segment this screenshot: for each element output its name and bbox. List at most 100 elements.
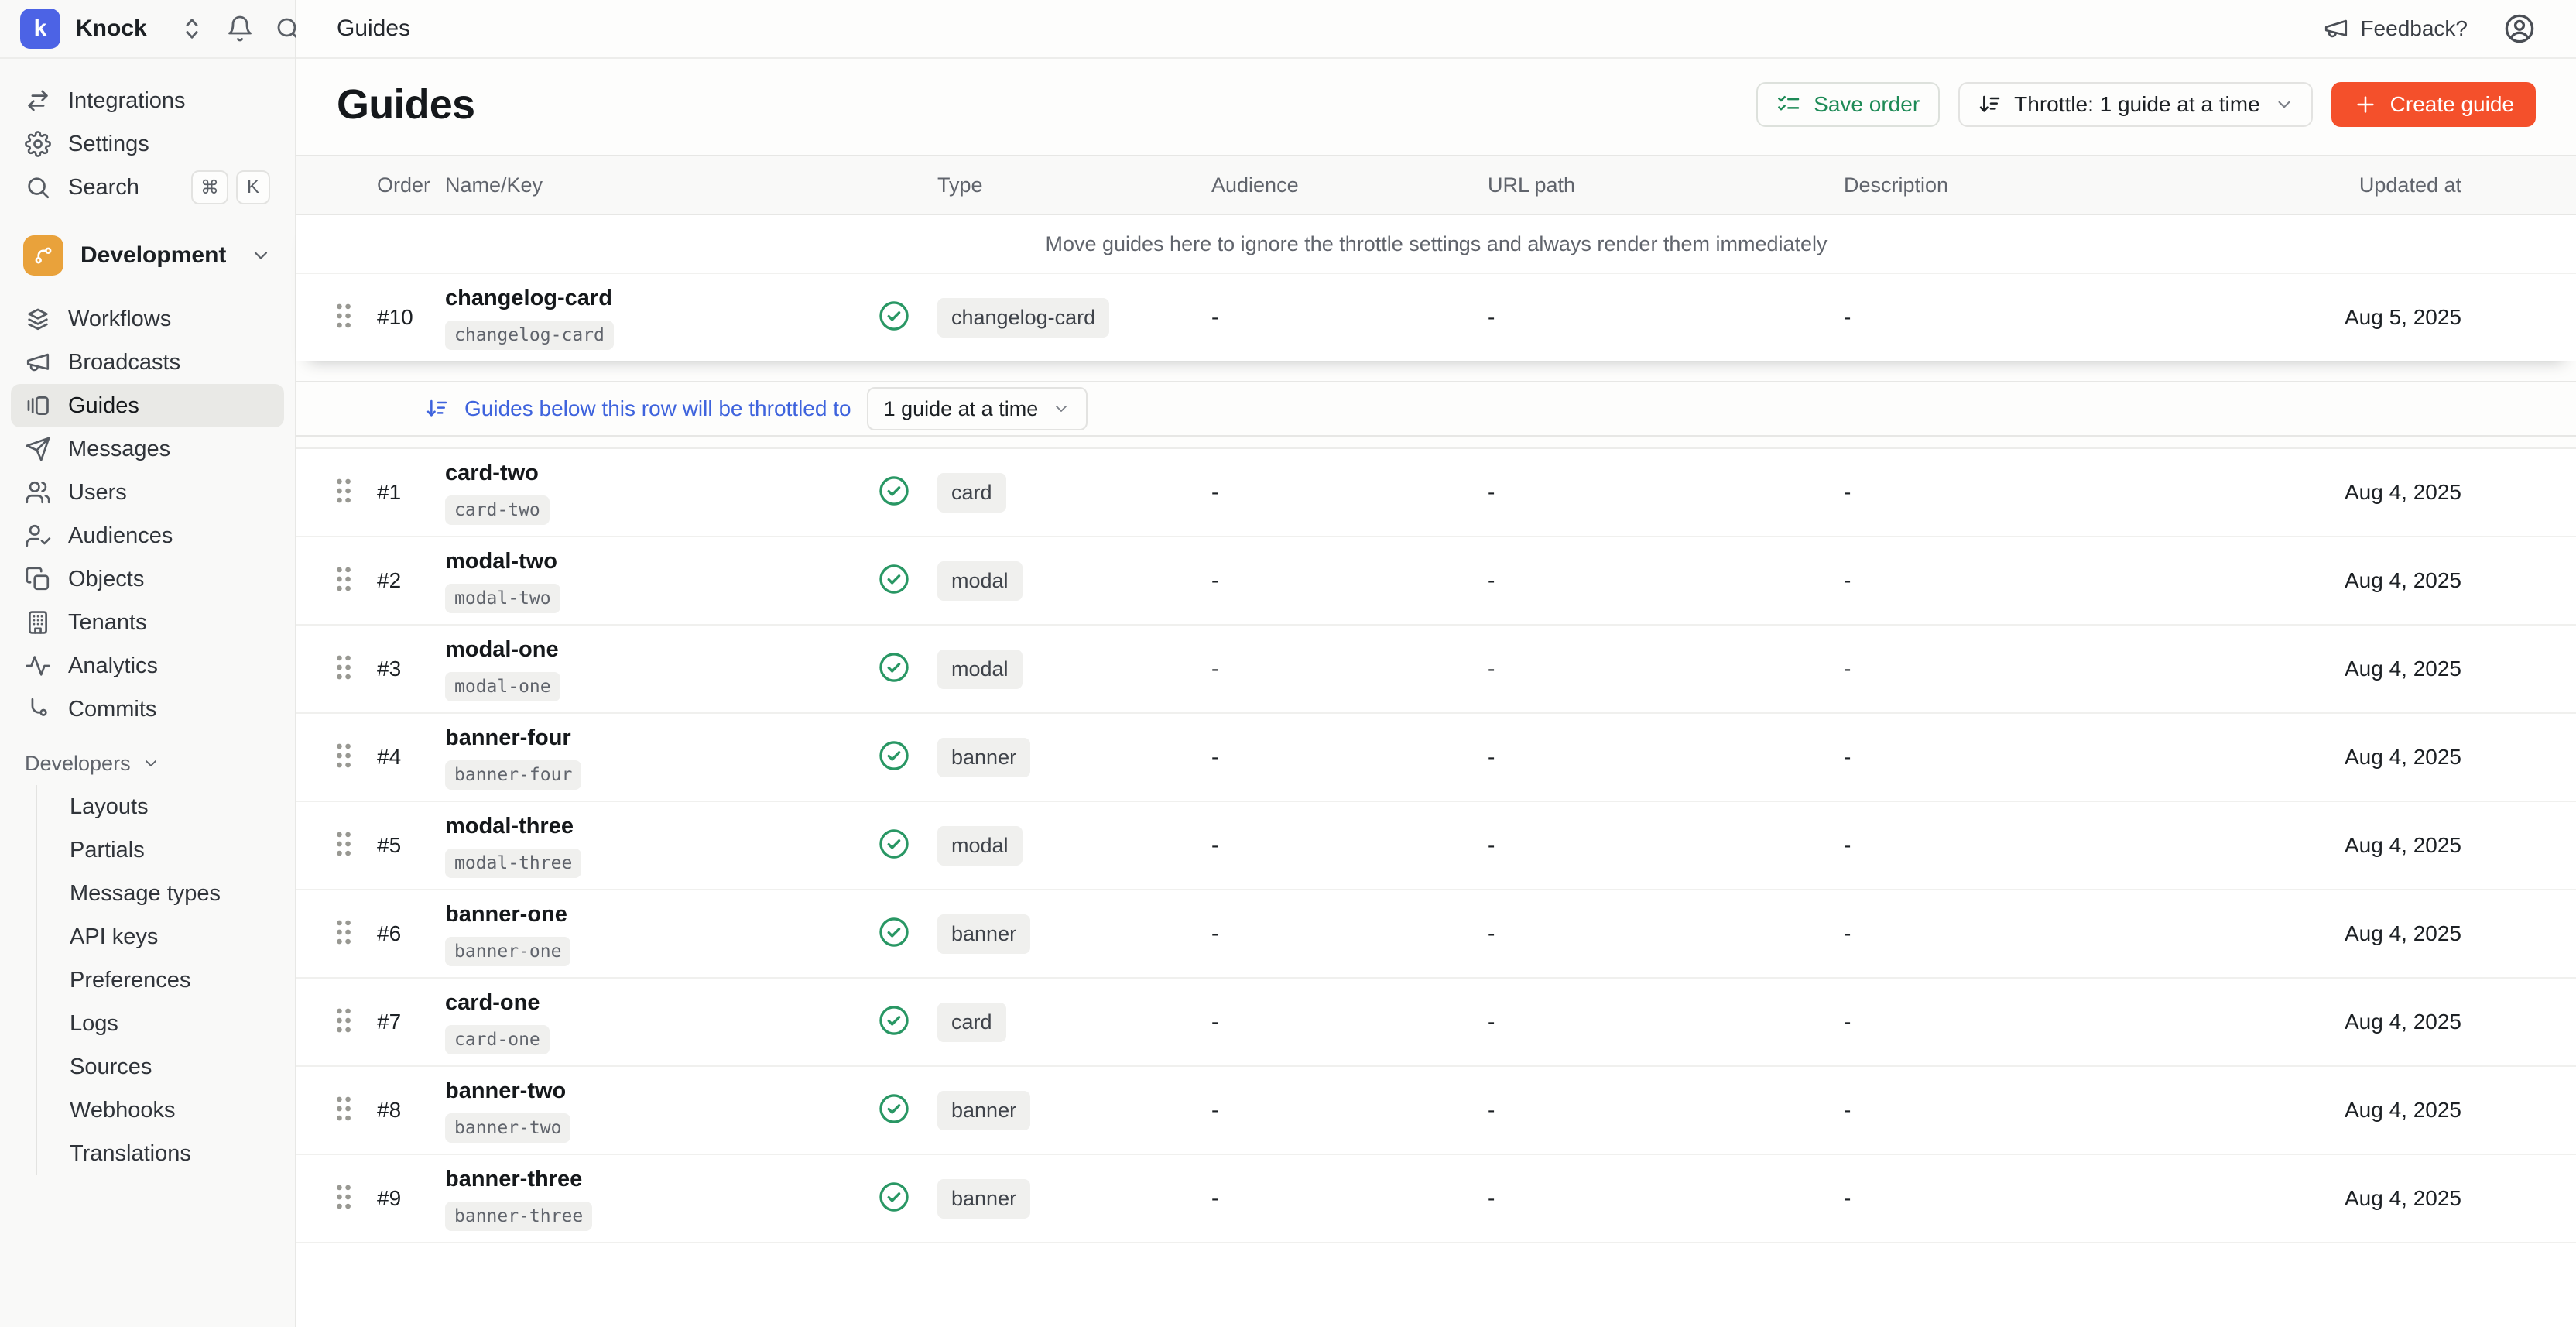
sidebar-item-api-keys[interactable]: API keys	[37, 915, 284, 958]
unthrottled-section: Move guides here to ignore the throttle …	[296, 215, 2576, 361]
user-circle-icon	[2503, 12, 2536, 45]
guide-row-9[interactable]: #9 banner-three banner-three banner - - …	[296, 1155, 2576, 1243]
table-header: Order Name/Key Type Audience URL path De…	[296, 155, 2576, 215]
throttle-divider-label[interactable]: Guides below this row will be throttled …	[424, 396, 851, 421]
workspace-switcher-icon[interactable]	[178, 15, 206, 43]
guide-type-badge: banner	[937, 738, 1030, 777]
drag-handle[interactable]	[334, 741, 377, 774]
main-content: Guides Feedback? Guides Save order	[296, 0, 2576, 1327]
sidebar-item-search[interactable]: Search ⌘ K	[11, 166, 284, 209]
guide-type-badge: banner	[937, 1179, 1030, 1219]
drag-handle[interactable]	[334, 653, 377, 686]
drop-zone-message: Move guides here to ignore the throttle …	[296, 215, 2576, 273]
guide-key-badge: banner-three	[445, 1202, 592, 1231]
guide-row-6[interactable]: #6 banner-one banner-one banner - - - Au…	[296, 890, 2576, 979]
drag-handle[interactable]	[334, 1182, 377, 1216]
sidebar-item-analytics[interactable]: Analytics	[11, 644, 284, 688]
guide-type-badge: card	[937, 1003, 1006, 1042]
drag-handle[interactable]	[334, 1006, 377, 1039]
drag-handle[interactable]	[334, 829, 377, 862]
sort-descending-icon	[424, 396, 449, 421]
sidebar-item-workflows[interactable]: Workflows	[11, 297, 284, 341]
breadcrumb[interactable]: Guides	[337, 15, 410, 42]
drag-handle[interactable]	[334, 1094, 377, 1127]
sidebar-item-settings[interactable]: Settings	[11, 122, 284, 166]
sidebar-item-commits[interactable]: Commits	[11, 688, 284, 731]
sidebar-item-broadcasts[interactable]: Broadcasts	[11, 341, 284, 384]
guide-type-badge: card	[937, 473, 1006, 513]
sidebar-item-audiences[interactable]: Audiences	[11, 514, 284, 557]
objects-copy-icon	[25, 566, 51, 592]
notifications-bell-icon[interactable]	[226, 15, 254, 43]
environment-switcher[interactable]: Development	[11, 231, 284, 280]
drag-handle[interactable]	[334, 301, 377, 334]
plus-icon	[2353, 92, 2378, 117]
guide-row-3[interactable]: #3 modal-one modal-one modal - - - Aug 4…	[296, 626, 2576, 714]
guide-row-10[interactable]: #10 changelog-card changelog-card change…	[296, 273, 2576, 361]
throttle-dropdown-button[interactable]: Throttle: 1 guide at a time	[1958, 82, 2313, 127]
messages-send-icon	[25, 436, 51, 462]
guide-row-5[interactable]: #5 modal-three modal-three modal - - - A…	[296, 802, 2576, 890]
audiences-user-check-icon	[25, 523, 51, 549]
drag-handle[interactable]	[334, 564, 377, 598]
feedback-megaphone-icon	[2323, 15, 2349, 42]
guide-name: banner-three	[445, 1167, 877, 1192]
sidebar-item-users[interactable]: Users	[11, 471, 284, 514]
workspace-name: Knock	[76, 15, 147, 42]
chevron-down-icon	[250, 245, 272, 266]
guide-name: modal-three	[445, 814, 877, 839]
status-active-icon	[877, 1180, 937, 1218]
guide-key-badge: modal-one	[445, 672, 560, 701]
sidebar-item-translations[interactable]: Translations	[37, 1132, 284, 1175]
checklist-icon	[1776, 92, 1801, 117]
guide-key-badge: banner-one	[445, 937, 570, 966]
search-shortcut: ⌘ K	[191, 170, 270, 204]
create-guide-button[interactable]: Create guide	[2331, 82, 2536, 127]
col-order: Order	[377, 173, 445, 197]
user-avatar-button[interactable]	[2503, 12, 2536, 45]
sidebar-item-logs[interactable]: Logs	[37, 1002, 284, 1045]
guide-audience: -	[1211, 305, 1488, 330]
status-active-icon	[877, 299, 937, 337]
settings-gear-icon	[25, 131, 51, 157]
drag-handle[interactable]	[334, 476, 377, 509]
sidebar-item-guides[interactable]: Guides	[11, 384, 284, 427]
chevron-down-icon	[1052, 399, 1070, 418]
sidebar-item-integrations[interactable]: Integrations	[11, 79, 284, 122]
sidebar-item-layouts[interactable]: Layouts	[37, 785, 284, 828]
page-header: Guides Save order Throttle: 1 guide at a…	[296, 59, 2576, 155]
guide-key-badge: card-one	[445, 1025, 550, 1054]
developers-section-toggle[interactable]: Developers	[11, 742, 284, 785]
sidebar-item-tenants[interactable]: Tenants	[11, 601, 284, 644]
commits-icon	[25, 696, 51, 722]
guide-row-7[interactable]: #7 card-one card-one card - - - Aug 4, 2…	[296, 979, 2576, 1067]
guide-name: modal-two	[445, 549, 877, 574]
col-url-path: URL path	[1488, 173, 1844, 197]
guide-key-badge: banner-two	[445, 1113, 570, 1143]
analytics-activity-icon	[25, 653, 51, 679]
status-active-icon	[877, 1092, 937, 1130]
sidebar-item-preferences[interactable]: Preferences	[37, 958, 284, 1002]
sidebar-item-message-types[interactable]: Message types	[37, 872, 284, 915]
drag-handle[interactable]	[334, 917, 377, 951]
guide-type-badge: banner	[937, 1091, 1030, 1130]
guide-key-badge: banner-four	[445, 760, 581, 790]
sidebar-item-webhooks[interactable]: Webhooks	[37, 1089, 284, 1132]
users-icon	[25, 479, 51, 506]
sidebar-item-sources[interactable]: Sources	[37, 1045, 284, 1089]
sidebar: k Knock Integrations Settings Search ⌘ K	[0, 0, 296, 1327]
sidebar-item-messages[interactable]: Messages	[11, 427, 284, 471]
sidebar-item-partials[interactable]: Partials	[37, 828, 284, 872]
guide-row-1[interactable]: #1 card-two card-two card - - - Aug 4, 2…	[296, 449, 2576, 537]
developers-sub-list: Layouts Partials Message types API keys …	[36, 785, 284, 1175]
status-active-icon	[877, 1003, 937, 1041]
guide-name: changelog-card	[445, 286, 877, 311]
feedback-button[interactable]: Feedback?	[2323, 15, 2468, 42]
save-order-button[interactable]: Save order	[1756, 82, 1940, 127]
throttled-section: #1 card-two card-two card - - - Aug 4, 2…	[296, 447, 2576, 1327]
throttle-amount-dropdown[interactable]: 1 guide at a time	[867, 387, 1088, 430]
guide-row-8[interactable]: #8 banner-two banner-two banner - - - Au…	[296, 1067, 2576, 1155]
guide-row-2[interactable]: #2 modal-two modal-two modal - - - Aug 4…	[296, 537, 2576, 626]
sidebar-item-objects[interactable]: Objects	[11, 557, 284, 601]
guide-row-4[interactable]: #4 banner-four banner-four banner - - - …	[296, 714, 2576, 802]
